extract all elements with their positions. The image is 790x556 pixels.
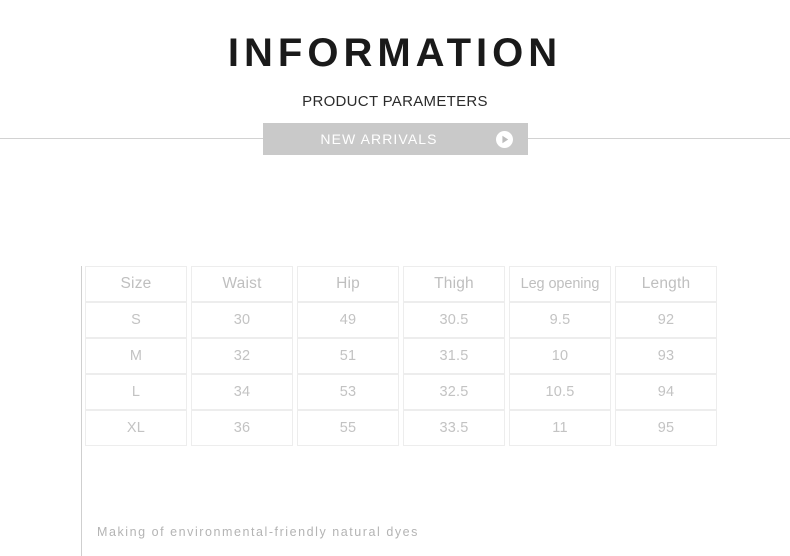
cell-thigh: 33.5 [403, 410, 505, 446]
play-circle-icon[interactable] [496, 131, 513, 148]
footer-note: Making of environmental-friendly natural… [97, 525, 419, 539]
cell-length: 94 [615, 374, 717, 410]
cell-size: XL [85, 410, 187, 446]
cell-waist: 32 [191, 338, 293, 374]
cell-length: 95 [615, 410, 717, 446]
cell-leg-opening: 9.5 [509, 302, 611, 338]
cell-thigh: 31.5 [403, 338, 505, 374]
cell-length: 93 [615, 338, 717, 374]
new-arrivals-banner[interactable]: NEW ARRIVALS [263, 123, 528, 155]
column-header-thigh: Thigh [403, 266, 505, 302]
column-header-leg-opening: Leg opening [509, 266, 611, 302]
table-row: M 32 51 31.5 10 93 [85, 338, 717, 374]
cell-thigh: 32.5 [403, 374, 505, 410]
cell-size: L [85, 374, 187, 410]
cell-size: S [85, 302, 187, 338]
cell-hip: 55 [297, 410, 399, 446]
column-header-hip: Hip [297, 266, 399, 302]
cell-hip: 49 [297, 302, 399, 338]
column-header-size: Size [85, 266, 187, 302]
table-row: L 34 53 32.5 10.5 94 [85, 374, 717, 410]
page-subtitle: PRODUCT PARAMETERS [302, 93, 488, 110]
cell-waist: 34 [191, 374, 293, 410]
cell-waist: 36 [191, 410, 293, 446]
cell-leg-opening: 10.5 [509, 374, 611, 410]
cell-size: M [85, 338, 187, 374]
table-row: XL 36 55 33.5 11 95 [85, 410, 717, 446]
cell-length: 92 [615, 302, 717, 338]
cell-hip: 51 [297, 338, 399, 374]
column-header-waist: Waist [191, 266, 293, 302]
size-parameters-table: Size Waist Hip Thigh Leg opening Length … [81, 266, 721, 446]
cell-leg-opening: 11 [509, 410, 611, 446]
column-header-length: Length [615, 266, 717, 302]
table-row: S 30 49 30.5 9.5 92 [85, 302, 717, 338]
cell-waist: 30 [191, 302, 293, 338]
cell-hip: 53 [297, 374, 399, 410]
cell-leg-opening: 10 [509, 338, 611, 374]
page-title: INFORMATION [227, 31, 563, 75]
table-header-row: Size Waist Hip Thigh Leg opening Length [85, 266, 717, 302]
cell-thigh: 30.5 [403, 302, 505, 338]
new-arrivals-label: NEW ARRIVALS [320, 131, 438, 147]
